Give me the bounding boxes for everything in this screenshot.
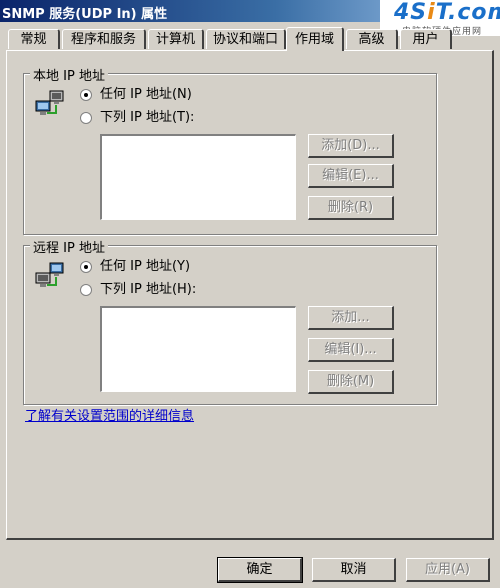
remote-delete-button[interactable]: 删除(M)	[308, 370, 394, 394]
local-any-ip-label: 任何 IP 地址(N)	[100, 87, 192, 102]
remote-list-ip-radio[interactable]	[80, 284, 92, 296]
remote-ip-listbox[interactable]	[100, 306, 296, 392]
local-ip-group: 本地 IP 地址 任何 IP 地址(N) 下列 IP 地址(T): 添加(D).…	[23, 65, 437, 235]
local-list-ip-radio[interactable]	[80, 112, 92, 124]
cancel-button[interactable]: 取消	[312, 558, 396, 582]
scope-help-link[interactable]: 了解有关设置范围的详细信息	[25, 405, 194, 424]
tab-strip: 常规 程序和服务 计算机 协议和端口 作用域 高级 用户	[0, 27, 500, 51]
ok-button[interactable]: 确定	[217, 557, 303, 583]
tab-programs-services[interactable]: 程序和服务	[62, 29, 146, 49]
watermark-brand: 4SiT.com	[394, 0, 500, 25]
remote-any-ip-radio[interactable]	[80, 261, 92, 273]
remote-add-button[interactable]: 添加...	[308, 306, 394, 330]
window-title: SNMP 服务(UDP In) 属性	[2, 7, 168, 22]
remote-any-ip-label: 任何 IP 地址(Y)	[100, 259, 191, 274]
tab-computers[interactable]: 计算机	[148, 29, 204, 49]
remote-edit-button[interactable]: 编辑(I)...	[308, 338, 394, 362]
local-list-ip-label: 下列 IP 地址(T):	[100, 110, 195, 125]
tab-protocols-ports[interactable]: 协议和端口	[206, 29, 286, 49]
tab-scope[interactable]: 作用域	[286, 27, 344, 51]
scope-panel: 本地 IP 地址 任何 IP 地址(N) 下列 IP 地址(T): 添加(D).…	[6, 50, 494, 540]
remote-list-ip-label: 下列 IP 地址(H):	[100, 282, 197, 297]
remote-ip-group: 远程 IP 地址 任何 IP 地址(Y) 下列 IP 地址(H): 添加... …	[23, 237, 437, 405]
local-delete-button[interactable]: 删除(R)	[308, 196, 394, 220]
tab-general[interactable]: 常规	[8, 29, 60, 49]
tab-users[interactable]: 用户	[400, 29, 452, 49]
apply-button[interactable]: 应用(A)	[406, 558, 490, 582]
network-computers-icon	[35, 262, 64, 287]
local-any-ip-radio[interactable]	[80, 89, 92, 101]
tab-advanced[interactable]: 高级	[346, 29, 398, 49]
remote-ip-legend: 远程 IP 地址	[30, 237, 108, 256]
local-edit-button[interactable]: 编辑(E)...	[308, 164, 394, 188]
local-add-button[interactable]: 添加(D)...	[308, 134, 394, 158]
network-computers-icon	[35, 90, 64, 115]
local-ip-legend: 本地 IP 地址	[30, 65, 108, 84]
local-ip-listbox[interactable]	[100, 134, 296, 220]
